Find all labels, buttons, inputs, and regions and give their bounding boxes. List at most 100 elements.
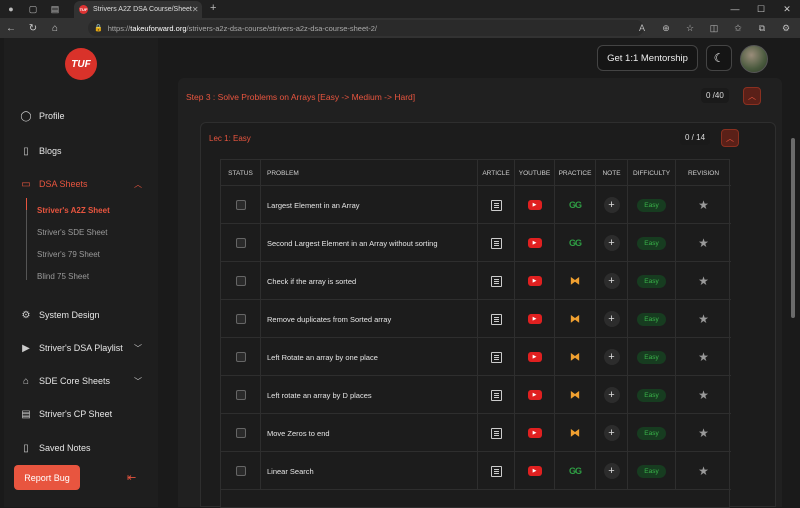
- sidebar-item-sde-core[interactable]: ⌂ SDE Core Sheets ﹀: [20, 373, 142, 389]
- avatar[interactable]: [740, 45, 768, 73]
- article-link[interactable]: [478, 414, 515, 452]
- article-link[interactable]: [478, 300, 515, 338]
- url-prefix: https://: [107, 23, 131, 33]
- sidebar-item-system-design[interactable]: ⚙ System Design: [20, 307, 100, 323]
- article-link[interactable]: [478, 452, 515, 490]
- article-link[interactable]: [478, 338, 515, 376]
- report-bug-button[interactable]: Report Bug: [14, 465, 80, 490]
- sidebar-sub-sde[interactable]: Striver's SDE Sheet: [37, 228, 107, 237]
- star-icon[interactable]: ★: [698, 464, 709, 478]
- favorites-icon[interactable]: ✩: [726, 23, 750, 34]
- status-checkbox[interactable]: [235, 352, 246, 362]
- star-icon[interactable]: ★: [698, 274, 709, 288]
- article-link[interactable]: [478, 186, 515, 224]
- article-link[interactable]: [478, 262, 515, 300]
- browser-tab-active[interactable]: TUF Strivers A2Z DSA Course/Sheet ✕: [74, 1, 202, 18]
- collections-icon[interactable]: ⧉: [750, 23, 774, 34]
- add-note-button[interactable]: +: [603, 425, 620, 441]
- step-collapse-button[interactable]: ︿: [743, 87, 761, 105]
- star-icon[interactable]: ★: [698, 426, 709, 440]
- document-icon: ▤: [21, 408, 31, 420]
- video-icon: ▶: [22, 342, 30, 354]
- favorite-star-icon[interactable]: ☆: [678, 23, 702, 34]
- article-link[interactable]: [478, 376, 515, 414]
- sidebar-item-blogs[interactable]: ▯ Blogs: [20, 143, 61, 159]
- tuf-logo[interactable]: TUF: [65, 48, 97, 80]
- youtube-link[interactable]: ▶: [515, 224, 555, 262]
- sidebar-item-dsa-playlist[interactable]: ▶ Striver's DSA Playlist ﹀: [20, 340, 142, 356]
- zoom-icon[interactable]: ⊕: [654, 23, 678, 34]
- star-icon[interactable]: ★: [698, 350, 709, 364]
- practice-link[interactable]: GG: [555, 186, 596, 224]
- step-title[interactable]: Step 3 : Solve Problems on Arrays [Easy …: [186, 92, 415, 102]
- lecture-collapse-button[interactable]: ︿: [721, 129, 739, 147]
- article-link[interactable]: [478, 224, 515, 262]
- status-checkbox[interactable]: [235, 276, 246, 286]
- gfg-icon: GG: [568, 238, 582, 248]
- add-note-button[interactable]: +: [603, 235, 620, 251]
- add-note-button[interactable]: +: [603, 197, 620, 213]
- add-note-button[interactable]: +: [603, 349, 620, 365]
- mentorship-button[interactable]: Get 1:1 Mentorship: [597, 45, 698, 71]
- theme-toggle[interactable]: ☾: [706, 45, 732, 71]
- page-scrollbar[interactable]: [790, 78, 796, 507]
- status-checkbox[interactable]: [235, 390, 246, 400]
- workspaces-icon[interactable]: ▢: [22, 0, 44, 18]
- sidebar-sub-79[interactable]: Striver's 79 Sheet: [37, 250, 100, 259]
- close-window-icon[interactable]: ✕: [774, 0, 800, 18]
- youtube-link[interactable]: ▶: [515, 376, 555, 414]
- sidebar-item-label: Saved Notes: [39, 443, 91, 453]
- sidebar-item-cp-sheet[interactable]: ▤ Striver's CP Sheet: [20, 406, 112, 422]
- add-note-button[interactable]: +: [603, 463, 620, 479]
- status-checkbox[interactable]: [235, 314, 246, 324]
- practice-link[interactable]: GG: [555, 452, 596, 490]
- practice-link[interactable]: ⧓: [555, 262, 596, 300]
- star-icon[interactable]: ★: [698, 236, 709, 250]
- practice-link[interactable]: ⧓: [555, 300, 596, 338]
- refresh-icon[interactable]: ↻: [22, 18, 44, 38]
- youtube-link[interactable]: ▶: [515, 262, 555, 300]
- tab-actions-icon[interactable]: ▤: [44, 0, 66, 18]
- youtube-link[interactable]: ▶: [515, 452, 555, 490]
- sidebar-item-profile[interactable]: ◯ Profile: [20, 108, 64, 124]
- back-icon[interactable]: ←: [0, 18, 22, 38]
- split-screen-icon[interactable]: ◫: [702, 23, 726, 34]
- add-note-button[interactable]: +: [603, 273, 620, 289]
- youtube-link[interactable]: ▶: [515, 186, 555, 224]
- lock-icon[interactable]: 🔒: [94, 24, 103, 32]
- practice-link[interactable]: ⧓: [555, 414, 596, 452]
- scrollbar-thumb[interactable]: [791, 138, 795, 318]
- sidebar-sub-a2z[interactable]: Striver's A2Z Sheet: [37, 206, 110, 215]
- practice-link[interactable]: ⧓: [555, 376, 596, 414]
- star-icon[interactable]: ★: [698, 388, 709, 402]
- gfg-icon: GG: [568, 466, 582, 476]
- add-note-button[interactable]: +: [603, 311, 620, 327]
- new-tab-icon[interactable]: +: [210, 2, 216, 14]
- star-icon[interactable]: ★: [698, 312, 709, 326]
- book-icon: ▯: [23, 145, 29, 157]
- extension-icon[interactable]: ⚙: [774, 23, 798, 34]
- sidebar-item-saved-notes[interactable]: ▯ Saved Notes: [20, 440, 91, 456]
- profile-avatar-icon[interactable]: ●: [0, 0, 22, 18]
- youtube-link[interactable]: ▶: [515, 300, 555, 338]
- home-icon[interactable]: ⌂: [44, 18, 66, 38]
- status-checkbox[interactable]: [235, 200, 246, 210]
- close-tab-icon[interactable]: ✕: [192, 5, 199, 14]
- status-checkbox[interactable]: [235, 466, 246, 476]
- practice-link[interactable]: ⧓: [555, 338, 596, 376]
- star-icon[interactable]: ★: [698, 198, 709, 212]
- status-checkbox[interactable]: [235, 238, 246, 248]
- minimize-icon[interactable]: —: [722, 0, 748, 18]
- youtube-link[interactable]: ▶: [515, 414, 555, 452]
- url-field[interactable]: 🔒 https://takeuforward.org/strivers-a2z-…: [88, 20, 644, 36]
- youtube-link[interactable]: ▶: [515, 338, 555, 376]
- sidebar-item-dsa-sheets[interactable]: ▭ DSA Sheets ︿: [20, 176, 142, 192]
- status-checkbox[interactable]: [235, 428, 246, 438]
- collapse-sidebar-icon[interactable]: ⇤: [127, 471, 136, 484]
- lecture-title[interactable]: Lec 1: Easy: [209, 134, 251, 143]
- sidebar-sub-blind75[interactable]: Blind 75 Sheet: [37, 272, 89, 281]
- maximize-icon[interactable]: ☐: [748, 0, 774, 18]
- read-aloud-icon[interactable]: A: [630, 23, 654, 33]
- practice-link[interactable]: GG: [555, 224, 596, 262]
- add-note-button[interactable]: +: [603, 387, 620, 403]
